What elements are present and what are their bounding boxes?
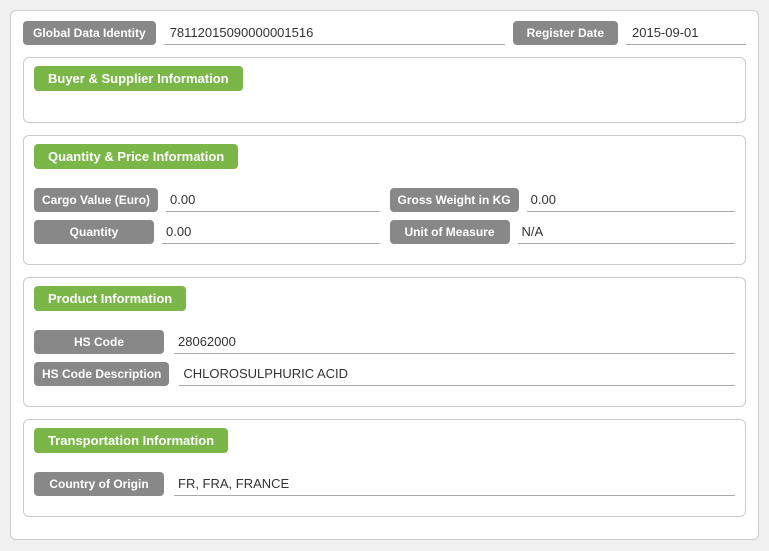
quantity-price-section: Quantity & Price Information Cargo Value… (23, 135, 746, 265)
quantity-input[interactable] (162, 220, 380, 244)
transportation-title: Transportation Information (34, 428, 228, 453)
transportation-section: Transportation Information Country of Or… (23, 419, 746, 517)
gross-weight-label: Gross Weight in KG (390, 188, 519, 212)
hs-desc-row: HS Code Description (34, 362, 735, 386)
gross-weight-input[interactable] (527, 188, 735, 212)
main-container: Global Data Identity Register Date Buyer… (10, 10, 759, 540)
buyer-supplier-title: Buyer & Supplier Information (34, 66, 243, 91)
cargo-group: Cargo Value (Euro) (34, 188, 380, 212)
cargo-label: Cargo Value (Euro) (34, 188, 158, 212)
uom-input[interactable] (518, 220, 736, 244)
uom-label: Unit of Measure (390, 220, 510, 244)
hs-code-input[interactable] (174, 330, 735, 354)
quantity-price-title: Quantity & Price Information (34, 144, 238, 169)
cargo-gross-row: Cargo Value (Euro) Gross Weight in KG (34, 188, 735, 212)
register-date-input[interactable] (626, 21, 746, 45)
uom-group: Unit of Measure (390, 220, 736, 244)
product-title: Product Information (34, 286, 186, 311)
quantity-uom-row: Quantity Unit of Measure (34, 220, 735, 244)
cargo-value-input[interactable] (166, 188, 379, 212)
gross-weight-group: Gross Weight in KG (390, 188, 736, 212)
buyer-supplier-section: Buyer & Supplier Information (23, 57, 746, 123)
country-origin-label: Country of Origin (34, 472, 164, 496)
country-origin-row: Country of Origin (34, 472, 735, 496)
quantity-group: Quantity (34, 220, 380, 244)
register-label: Register Date (513, 21, 618, 45)
country-origin-input[interactable] (174, 472, 735, 496)
hs-code-label: HS Code (34, 330, 164, 354)
gdi-label: Global Data Identity (23, 21, 156, 45)
product-section: Product Information HS Code HS Code Desc… (23, 277, 746, 407)
quantity-label: Quantity (34, 220, 154, 244)
hs-desc-label: HS Code Description (34, 362, 169, 386)
hs-code-row: HS Code (34, 330, 735, 354)
header-row: Global Data Identity Register Date (23, 21, 746, 45)
hs-desc-input[interactable] (179, 362, 735, 386)
gdi-value-input[interactable] (164, 21, 505, 45)
